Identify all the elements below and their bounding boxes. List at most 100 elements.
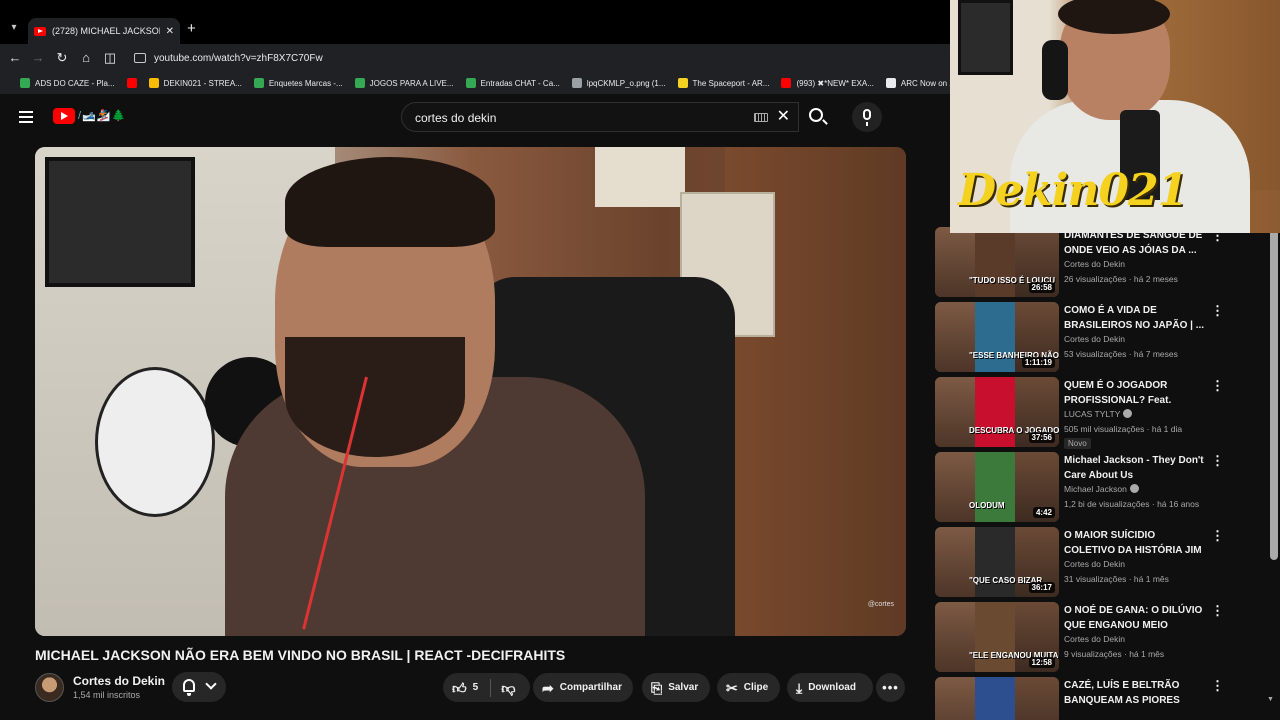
channel-avatar[interactable] xyxy=(35,673,64,702)
more-vertical-icon[interactable]: ⋮ xyxy=(1211,378,1224,394)
more-actions-button[interactable]: ••• xyxy=(876,673,905,702)
video-thumbnail[interactable]: OLODUM 4:42 xyxy=(935,452,1059,522)
bookmark-item[interactable]: ARC Now on X xyxy=(885,78,950,88)
share-button[interactable]: ➦ Compartilhar xyxy=(533,673,633,702)
search-button[interactable] xyxy=(799,102,837,132)
like-count[interactable]: 5 xyxy=(473,682,479,693)
recommendation-item[interactable]: "ESSE BANHEIRO NÃO PODE SER REAL"1:11:19… xyxy=(935,302,1225,372)
thumbs-down-icon[interactable]: 👎︎ xyxy=(501,681,515,695)
menu-hamburger-icon[interactable] xyxy=(19,111,33,123)
more-vertical-icon[interactable]: ⋮ xyxy=(1211,528,1224,544)
bookmark-item[interactable] xyxy=(126,78,137,88)
video-player[interactable]: @cortes xyxy=(35,147,906,636)
voice-search-button[interactable] xyxy=(852,102,882,132)
bookmark-label: JOGOS PARA A LIVE... xyxy=(369,78,454,88)
channel-name[interactable]: Cortes do Dekin xyxy=(73,674,165,688)
more-vertical-icon[interactable]: ⋮ xyxy=(1211,678,1224,694)
download-button[interactable]: ⤓ Download xyxy=(787,673,873,702)
search-query: cortes do dekin xyxy=(415,111,497,125)
recommendation-item[interactable]: "ELE ENGANOU MUITA GENTE!"12:58O NOÉ DE … xyxy=(935,602,1225,672)
bookmark-label: ADS DO CAZE - Pla... xyxy=(35,78,115,88)
video-thumbnail[interactable]: "QUE CASO BIZAR 36:17 xyxy=(935,527,1059,597)
youtube-favicon-icon xyxy=(34,26,46,36)
clip-label: Clipe xyxy=(743,682,769,693)
chevron-down-icon xyxy=(205,678,217,690)
tab-close-icon[interactable]: ✕ xyxy=(166,26,174,37)
save-button[interactable]: ⎘ Salvar xyxy=(642,673,710,702)
search-input[interactable]: cortes do dekin ✕ xyxy=(401,102,799,132)
recommendation-channel[interactable]: Cortes do Dekin xyxy=(1064,334,1125,344)
new-tab-plus-icon[interactable]: + xyxy=(187,20,196,38)
youtube-logo-icon[interactable] xyxy=(53,108,75,124)
more-vertical-icon[interactable]: ⋮ xyxy=(1211,603,1224,619)
recommendation-item[interactable]: OLODUM 4:42 Michael Jackson - They Don't C… xyxy=(935,452,1225,522)
bookmark-item[interactable]: (993) ✖*NEW* EXA... xyxy=(781,78,874,88)
subscriber-count: 1,54 mil inscritos xyxy=(73,690,141,700)
bookmark-favicon-icon xyxy=(465,78,476,88)
site-info-icon[interactable] xyxy=(134,53,146,63)
video-thumbnail[interactable]: "ELE ENGANOU MUITA GENTE!"12:58 xyxy=(935,602,1059,672)
tab-title: (2728) MICHAEL JACKSON NÃO xyxy=(52,26,160,36)
recommendation-channel[interactable]: Michael Jackson xyxy=(1064,484,1139,494)
recommendation-channel[interactable]: LUCAS TYLTY xyxy=(1064,409,1133,419)
browser-tab-active[interactable]: (2728) MICHAEL JACKSON NÃO ✕ xyxy=(28,18,180,44)
bookmark-item[interactable]: Enquetes Marcas -... xyxy=(253,78,343,88)
bookmark-item[interactable]: ADS DO CAZE - Pla... xyxy=(20,78,115,88)
bookmark-item[interactable]: DEKIN021 - STREA... xyxy=(148,78,242,88)
video-scene-sign xyxy=(595,147,685,207)
recommendation-meta: 505 mil visualizações · há 1 dia xyxy=(1064,424,1183,434)
logo-doodle[interactable]: /🎿🏂🌲 xyxy=(78,109,126,122)
bookmark-item[interactable]: lpqCKMLP_o.png (1... xyxy=(571,78,666,88)
back-arrow-icon[interactable]: ← xyxy=(6,49,24,67)
bookmark-favicon-icon xyxy=(148,78,159,88)
sidebar-scrollbar[interactable] xyxy=(1270,227,1278,560)
bookmark-item[interactable]: The Spaceport - AR... xyxy=(677,78,769,88)
video-thumbnail[interactable] xyxy=(935,677,1059,720)
bookmark-item[interactable]: Entradas CHAT - Ca... xyxy=(465,78,560,88)
recommendation-item[interactable]: DESCUBRA O JOGADOR 37:56 QUEM É O JOGADOR … xyxy=(935,377,1225,449)
keyboard-icon[interactable] xyxy=(754,113,768,122)
video-title: MICHAEL JACKSON NÃO ERA BEM VINDO NO BRA… xyxy=(35,647,566,663)
thumbs-up-icon[interactable]: 👍︎ xyxy=(452,681,467,695)
recommendation-channel-name: Cortes do Dekin xyxy=(1064,559,1125,569)
side-panel-icon[interactable]: ◫ xyxy=(101,49,119,67)
bookmark-label: Entradas CHAT - Ca... xyxy=(480,78,560,88)
recommendation-title[interactable]: COMO É A VIDA DE BRASILEIROS NO JAPÃO | … xyxy=(1064,303,1206,333)
video-thumbnail[interactable]: "ESSE BANHEIRO NÃO PODE SER REAL"1:11:19 xyxy=(935,302,1059,372)
recommendation-title[interactable]: O NOÉ DE GANA: O DILÚVIO QUE ENGANOU MEI… xyxy=(1064,603,1206,633)
download-icon: ⤓ xyxy=(796,679,803,696)
thumbnail-left-figure xyxy=(935,302,975,372)
bookmark-icon: ⎘ xyxy=(651,679,663,696)
duration-badge: 26:58 xyxy=(1028,282,1055,293)
bookmark-favicon-icon xyxy=(781,78,792,88)
recommendation-item[interactable]: "TUDO ISSO É LOUCU 26:58 DIAMANTES DE SANG… xyxy=(935,227,1225,297)
recommendation-channel[interactable]: Cortes do Dekin xyxy=(1064,634,1125,644)
address-bar[interactable]: youtube.com/watch?v=zhF8X7C70Fw xyxy=(126,47,948,69)
home-icon[interactable]: ⌂ xyxy=(77,49,95,67)
recommendation-channel[interactable]: Cortes do Dekin xyxy=(1064,259,1125,269)
bookmark-favicon-icon xyxy=(885,78,896,88)
more-vertical-icon[interactable]: ⋮ xyxy=(1211,303,1224,319)
recommendation-item[interactable]: "QUE CASO BIZAR 36:17 O MAIOR SUÍCIDIO COL… xyxy=(935,527,1225,597)
video-thumbnail[interactable]: DESCUBRA O JOGADOR 37:56 xyxy=(935,377,1059,447)
more-vertical-icon[interactable]: ⋮ xyxy=(1211,453,1224,469)
forward-arrow-icon[interactable]: → xyxy=(29,49,47,67)
recommendation-title[interactable]: Michael Jackson - They Don't Care About … xyxy=(1064,453,1206,483)
bookmark-item[interactable]: JOGOS PARA A LIVE... xyxy=(354,78,454,88)
recommendation-channel[interactable]: Cortes do Dekin xyxy=(1064,559,1125,569)
recommendation-title[interactable]: CAZÉ, LUÍS E BELTRÃO BANQUEAM AS PIORES xyxy=(1064,678,1206,708)
duration-badge: 1:11:19 xyxy=(1021,357,1055,368)
recommendation-meta: 9 visualizações · há 1 mês xyxy=(1064,649,1165,659)
recommendation-title[interactable]: QUEM É O JOGADOR PROFISSIONAL? Feat. Lug… xyxy=(1064,378,1206,408)
clip-button[interactable]: ✂ Clipe xyxy=(717,673,780,702)
notifications-bell-button[interactable] xyxy=(172,672,226,702)
scroll-down-arrow-icon[interactable]: ▼ xyxy=(1267,696,1274,703)
bookmark-favicon-icon xyxy=(126,78,137,88)
recommendation-title[interactable]: O MAIOR SUÍCIDIO COLETIVO DA HISTÓRIA JI… xyxy=(1064,528,1206,558)
recommendation-item[interactable]: CAZÉ, LUÍS E BELTRÃO BANQUEAM AS PIORES ⋮ xyxy=(935,677,1225,720)
clear-search-icon[interactable]: ✕ xyxy=(777,108,790,126)
video-thumbnail[interactable]: "TUDO ISSO É LOUCU 26:58 xyxy=(935,227,1059,297)
reload-icon[interactable]: ↻ xyxy=(53,49,71,67)
tab-search-dropdown-icon[interactable]: ▾ xyxy=(6,20,22,36)
youtube-header: /🎿🏂🌲 cortes do dekin ✕ xyxy=(0,94,950,140)
